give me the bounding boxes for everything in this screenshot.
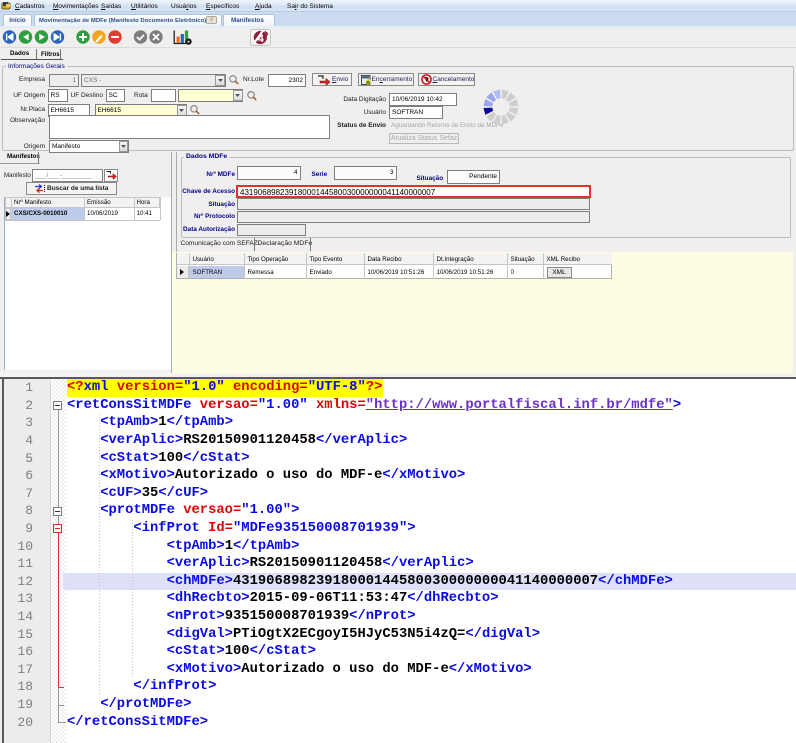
svg-text:4: 4 — [258, 32, 265, 44]
